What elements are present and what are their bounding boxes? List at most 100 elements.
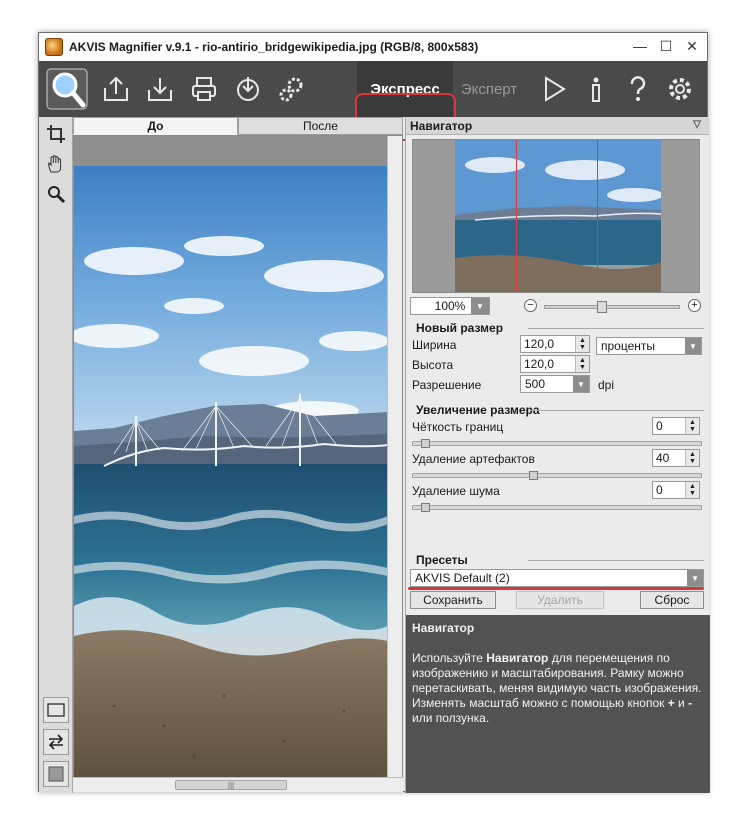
help-text: Используйте Навигатор для перемещения по…: [412, 651, 704, 726]
sharpness-row: Чёткость границ 0 ▲ ▼: [410, 417, 704, 437]
settings-icon[interactable]: [661, 70, 699, 108]
height-row: Высота 120,0 ▲ ▼: [410, 355, 704, 375]
width-row: Ширина 120,0 ▲ ▼ проценты ▼: [410, 335, 704, 355]
delete-preset-button[interactable]: Удалить: [516, 591, 604, 609]
width-value: 120,0: [524, 337, 555, 351]
chevron-down-icon: ▼: [687, 570, 703, 586]
expert-mode-button[interactable]: Эксперт: [455, 61, 523, 117]
help-text-plus: +: [667, 696, 675, 710]
resolution-unit: dpi: [598, 378, 615, 392]
zoom-icon[interactable]: [43, 181, 69, 207]
app-window: AKVIS Magnifier v.9.1 - rio-antirio_brid…: [38, 32, 710, 793]
noise-row: Удаление шума 0 ▲ ▼: [410, 481, 704, 501]
noise-stepper[interactable]: ▲ ▼: [685, 482, 699, 498]
artifacts-field[interactable]: 40 ▲ ▼: [652, 449, 700, 467]
window-title: AKVIS Magnifier v.9.1 - rio-antirio_brid…: [69, 40, 479, 54]
help-panel: Навигатор Используйте Навигатор для пере…: [406, 615, 710, 793]
noise-slider-thumb[interactable]: [421, 503, 430, 512]
zoom-in-button[interactable]: +: [688, 299, 701, 312]
open-image-icon[interactable]: [97, 70, 135, 108]
presets-title: Пресеты: [410, 553, 704, 567]
resolution-label: Разрешение: [412, 378, 482, 392]
height-label: Высота: [412, 358, 454, 372]
sharpness-label: Чёткость границ: [412, 420, 504, 434]
zoom-controls: 100% ▼ − +: [410, 297, 706, 317]
background-color-icon[interactable]: [43, 761, 69, 787]
upscale-title: Увеличение размера: [410, 403, 704, 417]
main-toolbar: Экспресс Эксперт: [39, 61, 707, 141]
zoom-value: 100%: [434, 299, 466, 313]
share-icon[interactable]: [229, 70, 267, 108]
resolution-select[interactable]: 500 ▼: [520, 375, 590, 393]
width-field[interactable]: 120,0 ▲ ▼: [520, 335, 590, 353]
help-text-minus: -: [688, 696, 693, 710]
tools-panel: [39, 117, 73, 793]
artifacts-slider[interactable]: [412, 471, 702, 480]
close-button[interactable]: ✕: [679, 35, 705, 57]
sharpness-slider-thumb[interactable]: [421, 439, 430, 448]
navigator-preview[interactable]: [412, 139, 700, 293]
highlight-underline: [408, 587, 704, 590]
artifacts-stepper[interactable]: ▲ ▼: [685, 450, 699, 466]
help-text-bold: Навигатор: [486, 651, 549, 665]
zoom-out-button[interactable]: −: [524, 299, 537, 312]
reset-preset-button[interactable]: Сброс: [640, 591, 704, 609]
view-tabs: До После: [73, 117, 403, 135]
navigator-title: Навигатор: [410, 118, 473, 133]
noise-value: 0: [656, 483, 663, 497]
save-image-icon[interactable]: [141, 70, 179, 108]
artifacts-slider-thumb[interactable]: [529, 471, 538, 480]
unit-select[interactable]: проценты ▼: [596, 337, 702, 355]
crop-icon[interactable]: [43, 121, 69, 147]
maximize-button[interactable]: ☐: [653, 35, 679, 57]
tab-after[interactable]: После: [238, 117, 403, 135]
vertical-scrollbar[interactable]: [387, 136, 402, 779]
help-text-part: или ползунка.: [412, 711, 490, 725]
horizontal-scrollbar[interactable]: |||: [73, 777, 403, 792]
bridge-photo: [74, 166, 388, 777]
window-controls: — ☐ ✕: [627, 35, 705, 57]
swap-view-icon[interactable]: [43, 729, 69, 755]
info-icon[interactable]: [577, 70, 615, 108]
artifacts-label: Удаление артефактов: [412, 452, 535, 466]
width-stepper[interactable]: ▲ ▼: [575, 336, 589, 352]
chevron-down-icon: ▼: [573, 376, 589, 392]
navigator-header[interactable]: Навигатор ▽: [406, 117, 709, 135]
title-bar: AKVIS Magnifier v.9.1 - rio-antirio_brid…: [39, 33, 707, 61]
chevron-down-icon: ▼: [685, 338, 701, 354]
run-icon[interactable]: [535, 70, 573, 108]
sharpness-field[interactable]: 0 ▲ ▼: [652, 417, 700, 435]
artifacts-value: 40: [656, 451, 670, 465]
zoom-slider-thumb[interactable]: [597, 301, 607, 313]
collapse-icon[interactable]: ▽: [693, 119, 701, 130]
width-label: Ширина: [412, 338, 457, 352]
image-viewport[interactable]: [73, 135, 403, 780]
print-icon[interactable]: [185, 70, 223, 108]
height-value: 120,0: [524, 357, 555, 371]
preferences-icon[interactable]: [273, 70, 311, 108]
save-preset-button[interactable]: Сохранить: [410, 591, 496, 609]
sharpness-stepper[interactable]: ▲ ▼: [685, 418, 699, 434]
settings-panel: Навигатор ▽ 100% ▼ − + Новый размер Шири…: [405, 117, 710, 793]
height-stepper[interactable]: ▲ ▼: [575, 356, 589, 372]
help-icon[interactable]: [619, 70, 657, 108]
minimize-button[interactable]: —: [627, 35, 653, 57]
preset-select[interactable]: AKVIS Default (2) ▼: [410, 569, 704, 587]
preset-value: AKVIS Default (2): [415, 571, 510, 585]
view-mode-group: [43, 691, 69, 787]
sharpness-slider[interactable]: [412, 439, 702, 448]
noise-slider[interactable]: [412, 503, 702, 512]
help-text-part: Используйте: [412, 651, 487, 665]
upscale-group: Увеличение размера Чёткость границ 0 ▲ ▼ …: [410, 403, 704, 513]
navigator-view-frame[interactable]: [516, 140, 598, 292]
single-view-icon[interactable]: [43, 697, 69, 723]
tab-before[interactable]: До: [73, 117, 238, 135]
hand-icon[interactable]: [43, 151, 69, 177]
unit-value: проценты: [601, 339, 656, 353]
zoom-slider[interactable]: [544, 301, 680, 313]
horizontal-scroll-thumb[interactable]: |||: [175, 780, 287, 790]
app-logo-icon: [45, 38, 63, 56]
height-field[interactable]: 120,0 ▲ ▼: [520, 355, 590, 373]
noise-field[interactable]: 0 ▲ ▼: [652, 481, 700, 499]
zoom-select[interactable]: 100% ▼: [410, 297, 490, 315]
